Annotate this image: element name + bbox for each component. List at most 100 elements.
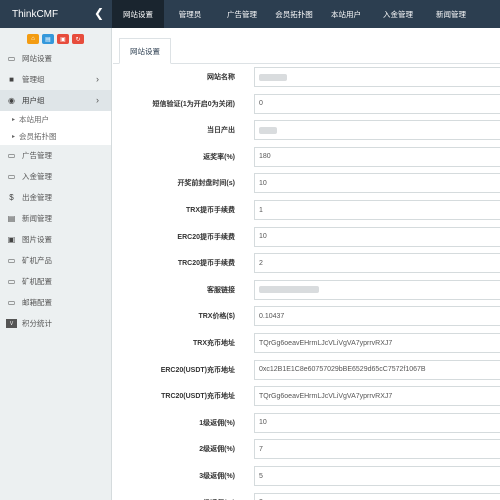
form-row: 1级返佣(%) 10 xyxy=(113,410,500,436)
sidebar-item-6[interactable]: ▤ 新闻管理 xyxy=(0,208,111,229)
refresh-icon[interactable]: ↻ xyxy=(72,34,84,44)
form-row: 返奖率(%) 180 xyxy=(113,144,500,170)
field-label: TRX价格($) xyxy=(198,313,235,321)
sidebar-item-label: 新闻管理 xyxy=(22,214,52,223)
sidebar-item-label: 入金管理 xyxy=(22,172,52,181)
monitor-icon: ▭ xyxy=(7,151,16,160)
field-input[interactable]: 2 xyxy=(254,253,500,274)
sidebar-item-3[interactable]: ▭ 广告管理 xyxy=(0,145,111,166)
form-row: TRX充币地址 TQrGg6oeavEHrmLJcVLiVgVA7yprrvRXJ… xyxy=(113,330,500,356)
sidebar-item-8[interactable]: ▭ 矿机产品 xyxy=(0,250,111,271)
field-label: 网站名称 xyxy=(207,74,235,81)
field-label: TRC20提币手续费 xyxy=(177,260,235,268)
field-input[interactable]: 7 xyxy=(254,439,500,460)
field-input[interactable]: 5 xyxy=(254,466,500,486)
field-input[interactable]: 0 xyxy=(254,93,500,114)
field-label: 客服链接 xyxy=(207,286,235,294)
trash-icon[interactable]: ▣ xyxy=(57,34,69,44)
monitor-icon: ▭ xyxy=(7,277,16,286)
picture-icon: ▣ xyxy=(7,235,16,244)
brand: ThinkCMF ❮ xyxy=(0,0,112,28)
form-row: TRC20(USDT)充币地址 TQrGg6oeavEHrmLJcVLiVgVA7… xyxy=(113,383,500,409)
sidebar-submenu: ▸ 本站用户 ▸ 会员拓扑图 xyxy=(0,111,111,145)
sidebar-menu: ▭ 网站设置 ■ 管理组 › ◉ 用户组 › ▸ 本站用户 ▸ 会员拓扑图 ▭ 广告管理 ▭ 入金管理 $ 出金管… xyxy=(0,48,111,334)
sidebar-item-4[interactable]: ▭ 入金管理 xyxy=(0,166,111,187)
field-label: 1级返佣(%) xyxy=(199,419,235,427)
monitor-icon: ▭ xyxy=(7,172,16,181)
user-circle-icon: ◉ xyxy=(8,96,15,105)
form-row: 网站名称 xyxy=(113,64,500,90)
sidebar-item-9[interactable]: ▭ 矿机配置 xyxy=(0,271,111,292)
sidebar-item-label: 图片设置 xyxy=(22,235,52,244)
sidebar-item-5[interactable]: $ 出金管理 xyxy=(0,187,111,208)
field-input[interactable] xyxy=(254,67,500,87)
sidebar-item-label: 出金管理 xyxy=(22,193,52,202)
field-input[interactable]: TQrGg6oeavEHrmLJcVLiVgVA7yprrvRXJ7 xyxy=(254,386,500,407)
field-label: 短信验证(1为开启0为关闭) xyxy=(152,100,235,108)
field-input[interactable]: 0xc12B1E1C8e60757029bBE6529d65cC7572f106… xyxy=(254,359,500,380)
monitor-icon: ▭ xyxy=(7,298,16,307)
sidebar-subitem-0[interactable]: ▸ 本站用户 xyxy=(0,111,111,128)
top-tab-4[interactable]: 本站用户 xyxy=(320,0,372,28)
sidebar-item-label: 矿机配置 xyxy=(22,277,52,286)
sidebar-item-11[interactable]: V 积分统计 xyxy=(0,313,111,334)
main-content: 网站设置 网站名称 短信验证(1为开启0为关闭) 0 当日产出 返奖率(%) 180 开奖前… xyxy=(113,28,500,500)
field-label: TRC20(USDT)充币地址 xyxy=(161,393,235,401)
chevron-left-icon[interactable]: ❮ xyxy=(94,6,104,20)
tab-site-settings[interactable]: 网站设置 xyxy=(119,38,171,64)
field-input[interactable]: 1 xyxy=(254,200,500,220)
top-tab-3[interactable]: 会员拓扑图 xyxy=(268,0,320,28)
chevron-right-icon: › xyxy=(96,95,99,105)
sidebar-item-7[interactable]: ▣ 图片设置 xyxy=(0,229,111,250)
top-tab-6[interactable]: 新闻管理 xyxy=(424,0,478,28)
field-input[interactable] xyxy=(254,120,500,141)
visa-icon: V xyxy=(6,319,17,328)
top-tab-0[interactable]: 网站设置 xyxy=(112,0,164,28)
field-input[interactable]: 180 xyxy=(254,146,500,167)
sidebar-item-10[interactable]: ▭ 邮箱配置 xyxy=(0,292,111,313)
field-label: 3级返佣(%) xyxy=(199,473,235,480)
field-input[interactable]: 10 xyxy=(254,226,500,247)
top-tab-2[interactable]: 广告管理 xyxy=(216,0,268,28)
bullet-icon: ▸ xyxy=(12,134,16,140)
sidebar-item-1[interactable]: ■ 管理组 › xyxy=(0,69,111,90)
sidebar-item-label: 积分统计 xyxy=(22,319,52,328)
form-row: 3级返佣(%) 5 xyxy=(113,463,500,489)
redacted-value xyxy=(259,286,319,294)
sidebar-item-2[interactable]: ◉ 用户组 › xyxy=(0,90,111,111)
field-label: 开奖前封盘时间(s) xyxy=(177,180,235,188)
field-label: 返奖率(%) xyxy=(203,153,235,161)
field-input[interactable]: TQrGg6oeavEHrmLJcVLiVgVA7yprrvRXJ7 xyxy=(254,333,500,353)
sidebar-subitem-1[interactable]: ▸ 会员拓扑图 xyxy=(0,128,111,145)
top-tab-1[interactable]: 管理员 xyxy=(164,0,216,28)
field-input[interactable] xyxy=(254,279,500,300)
redacted-value xyxy=(259,126,277,134)
form-row: ERC20(USDT)充币地址 0xc12B1E1C8e60757029bBE65… xyxy=(113,357,500,383)
field-label: TRX提币手续费 xyxy=(186,207,235,214)
field-input[interactable]: 10 xyxy=(254,412,500,433)
monitor-icon: ▭ xyxy=(7,256,16,265)
form-row: 开奖前封盘时间(s) 10 xyxy=(113,170,500,196)
form-row: TRX提币手续费 1 xyxy=(113,197,500,223)
file-icon[interactable]: ▤ xyxy=(42,34,54,44)
sidebar: ⌂ ▤ ▣ ↻ ▭ 网站设置 ■ 管理组 › ◉ 用户组 › ▸ 本站用户 ▸ 会员拓扑图 ▭ 广告管理 ▭ 入金管… xyxy=(0,28,112,500)
image-icon: ■ xyxy=(9,75,14,84)
redacted-value xyxy=(259,73,287,81)
sidebar-item-label: 用户组 xyxy=(22,96,45,105)
field-label: TRX充币地址 xyxy=(193,340,235,347)
chevron-right-icon: › xyxy=(96,74,99,84)
form-row: 2级返佣(%) 7 xyxy=(113,436,500,462)
field-label: ERC20提币手续费 xyxy=(177,233,235,241)
bullet-icon: ▸ xyxy=(12,117,16,123)
field-input[interactable]: 0.10437 xyxy=(254,306,500,327)
sidebar-item-label: 广告管理 xyxy=(22,151,52,160)
sidebar-item-label: 矿机产品 xyxy=(22,256,52,265)
home-icon[interactable]: ⌂ xyxy=(27,34,39,44)
field-input[interactable]: 10 xyxy=(254,173,500,194)
field-label: ERC20(USDT)充币地址 xyxy=(160,366,235,374)
quick-actions: ⌂ ▤ ▣ ↻ xyxy=(0,28,111,48)
top-tab-5[interactable]: 入金管理 xyxy=(372,0,424,28)
sidebar-item-0[interactable]: ▭ 网站设置 xyxy=(0,48,111,69)
top-navbar: ThinkCMF ❮ 网站设置 管理员 广告管理 会员拓扑图 本站用户 入金管理 新闻管理 xyxy=(0,0,500,28)
field-input[interactable]: 3 xyxy=(254,492,500,500)
